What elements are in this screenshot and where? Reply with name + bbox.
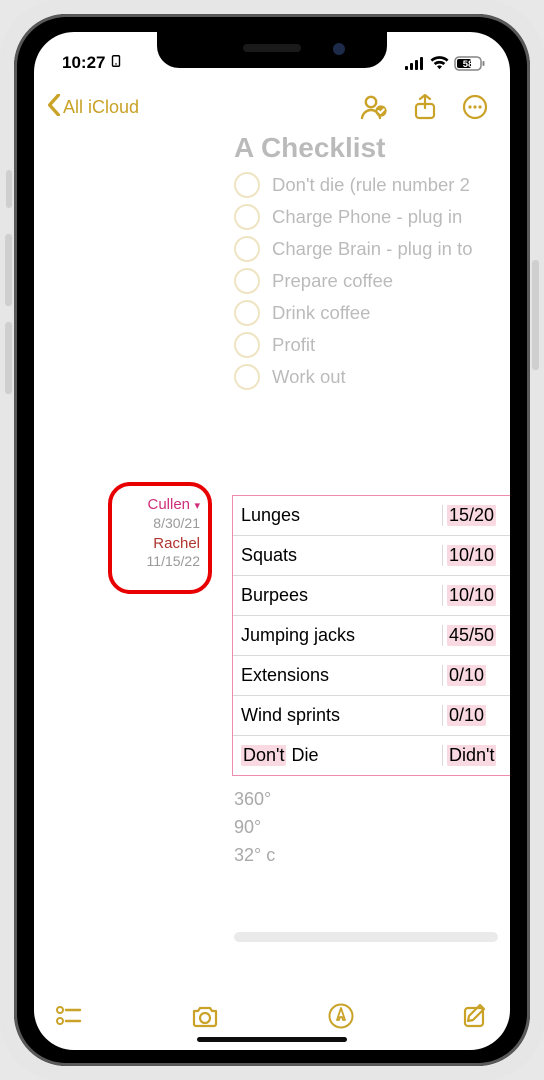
table-cell-label[interactable]: Burpees (233, 585, 443, 606)
nav-bar: All iCloud (34, 84, 510, 130)
table-row: Extensions 0/10 (233, 656, 510, 696)
back-button[interactable]: All iCloud (46, 94, 354, 121)
table-cell-label[interactable]: Wind sprints (233, 705, 443, 726)
checklist-item: Drink coffee (272, 302, 370, 324)
table-row: Burpees 10/10 (233, 576, 510, 616)
camera-icon[interactable] (190, 1004, 220, 1028)
checklist-item: Profit (272, 334, 315, 356)
wifi-icon (430, 56, 449, 70)
table-cell-label[interactable]: Jumping jacks (233, 625, 443, 646)
note-body-faded: A Checklist Don't die (rule number 2 Cha… (234, 130, 510, 396)
attribution-date: 11/15/22 (120, 553, 200, 570)
table-cell-value[interactable]: 10/10 (443, 545, 510, 566)
compose-icon[interactable] (462, 1003, 488, 1029)
workout-table[interactable]: Lunges 15/20 Squats 10/10 Burpees 10/10 … (232, 495, 510, 776)
table-cell-value[interactable]: Didn't (443, 745, 510, 766)
device-notch (157, 32, 387, 68)
table-cell-label[interactable]: Lunges (233, 505, 443, 526)
checklist-item: Charge Brain - plug in to (272, 238, 473, 260)
text-line: 32° c (234, 842, 275, 870)
checkbox-icon (234, 172, 260, 198)
note-footer-text: 360° 90° 32° c (234, 786, 275, 870)
checkbox-icon (234, 268, 260, 294)
battery-icon: 58 (454, 56, 486, 71)
chevron-left-icon (46, 94, 62, 121)
table-row: Jumping jacks 45/50 (233, 616, 510, 656)
table-cell-label[interactable]: Don't Die (233, 745, 443, 766)
status-time: 10:27 (62, 53, 105, 73)
table-cell-label[interactable]: Extensions (233, 665, 443, 686)
back-label: All iCloud (63, 97, 139, 118)
table-row: Lunges 15/20 (233, 496, 510, 536)
checkbox-icon (234, 300, 260, 326)
table-row: Wind sprints 0/10 (233, 696, 510, 736)
attribution-name[interactable]: Rachel (120, 535, 200, 553)
table-cell-value[interactable]: 0/10 (443, 705, 510, 726)
attribution-date: 8/30/21 (120, 515, 200, 532)
attribution-highlight: Cullen ▾ 8/30/21 Rachel 11/15/22 (108, 482, 212, 594)
table-cell-value[interactable]: 10/10 (443, 585, 510, 606)
text-line: 90° (234, 814, 275, 842)
checkbox-icon (234, 236, 260, 262)
table-cell-value[interactable]: 45/50 (443, 625, 510, 646)
lock-orientation-icon (109, 53, 123, 73)
svg-text:58: 58 (463, 59, 474, 70)
divider (234, 932, 498, 942)
more-icon[interactable] (462, 94, 488, 120)
table-row: Squats 10/10 (233, 536, 510, 576)
table-cell-value[interactable]: 0/10 (443, 665, 510, 686)
table-cell-value[interactable]: 15/20 (443, 505, 510, 526)
note-title: A Checklist (234, 132, 510, 164)
collaborate-icon[interactable] (360, 94, 388, 120)
markup-icon[interactable] (328, 1003, 354, 1029)
text-line: 360° (234, 786, 275, 814)
table-cell-label[interactable]: Squats (233, 545, 443, 566)
checklist-item: Charge Phone - plug in (272, 206, 462, 228)
checklist-item: Don't die (rule number 2 (272, 174, 470, 196)
note-content[interactable]: A Checklist Don't die (rule number 2 Cha… (34, 130, 510, 986)
checklist-item: Work out (272, 366, 346, 388)
share-icon[interactable] (414, 94, 436, 120)
checklist-icon[interactable] (56, 1005, 82, 1027)
home-indicator[interactable] (197, 1037, 347, 1042)
checkbox-icon (234, 364, 260, 390)
checkbox-icon (234, 332, 260, 358)
checklist-item: Prepare coffee (272, 270, 393, 292)
cellular-signal-icon (405, 57, 425, 70)
chevron-down-icon: ▾ (194, 500, 200, 512)
table-row: Don't Die Didn't (233, 736, 510, 775)
checkbox-icon (234, 204, 260, 230)
attribution-name[interactable]: Cullen (147, 496, 190, 513)
